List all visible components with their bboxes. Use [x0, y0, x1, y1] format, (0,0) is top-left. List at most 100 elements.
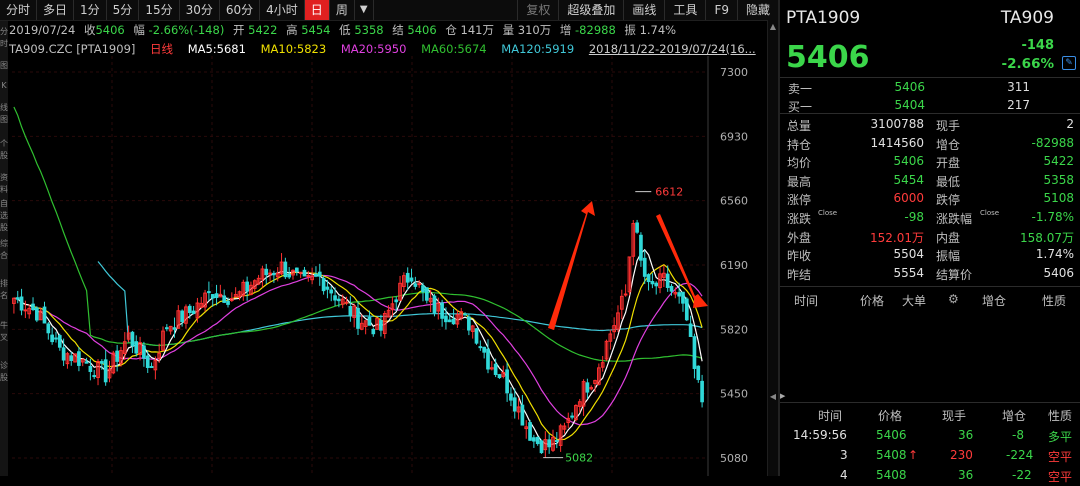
left-nav-glyph[interactable]: 诊	[0, 361, 8, 370]
tick-row[interactable]: 3 5408 ↑ 230 -224 空平	[780, 446, 1080, 466]
period-tab[interactable]: 周	[330, 0, 355, 20]
tick-nature: 空平	[1048, 450, 1073, 464]
stat-label: 持仓	[787, 137, 812, 152]
y-tick-label: 7300	[720, 66, 748, 79]
ma5-label: MA5:5681	[187, 42, 246, 56]
candle-body	[493, 363, 498, 375]
tick-row[interactable]: 14:59:56 5406 36 -8 多平	[780, 426, 1080, 446]
period-tab[interactable]: 60分	[220, 0, 261, 20]
candle-body	[35, 307, 39, 321]
tick-list-header: 时间 价格 现手 增仓 性质	[780, 405, 1080, 423]
tool-button[interactable]: 画线	[623, 0, 664, 20]
left-nav-glyph[interactable]: 图	[0, 61, 8, 70]
left-nav-glyph[interactable]: 叉	[0, 333, 8, 342]
period-tab[interactable]: 1分	[74, 0, 107, 20]
candle-body	[264, 268, 269, 276]
period-tab[interactable]: 分时	[0, 0, 38, 20]
period-tab[interactable]: 30分	[180, 0, 220, 20]
candle-body	[700, 380, 704, 403]
tool-button[interactable]: 工具	[664, 0, 705, 20]
tick-row[interactable]: 4 5408 36 -22 空平	[780, 466, 1080, 486]
column-header: 增仓	[1002, 409, 1027, 423]
peak-label: 6612	[655, 186, 683, 199]
left-nav-glyph[interactable]: 牛	[0, 321, 8, 330]
period-more-icon[interactable]: ▼	[355, 0, 374, 20]
left-nav-glyph[interactable]: 料	[0, 185, 8, 194]
left-nav-glyph[interactable]: 选	[0, 211, 8, 220]
tool-buttons: 复权 超级叠加 画线 工具 F9 隐藏	[517, 0, 778, 20]
left-nav-glyph[interactable]: 图	[0, 115, 8, 124]
left-nav-glyph[interactable]: 分	[0, 27, 8, 36]
info-close: 5406	[95, 23, 125, 37]
panel-scroll-icon[interactable]: ▶	[780, 392, 785, 400]
edit-icon[interactable]: ✎	[1062, 56, 1076, 70]
date-range-selector[interactable]: 2018/11/22-2019/07/24(16...	[589, 42, 756, 56]
left-nav-glyph[interactable]: 股	[0, 373, 8, 382]
candle-body	[371, 328, 376, 335]
period-tab[interactable]: 日	[304, 0, 330, 20]
orderbook-row[interactable]: 卖一 5406 311	[780, 78, 1080, 96]
left-nav-glyph[interactable]: 股	[0, 223, 8, 232]
tool-button[interactable]: 复权	[517, 0, 558, 20]
tool-button[interactable]: F9	[705, 0, 737, 20]
left-nav-glyph[interactable]: 综	[0, 239, 8, 248]
candle-body	[287, 273, 292, 278]
contract-code: TA909	[1000, 8, 1054, 28]
info-inc-label: 增	[559, 23, 572, 37]
left-nav-glyph[interactable]: K	[0, 81, 8, 90]
period-tab[interactable]: 4小时	[260, 0, 305, 20]
gear-icon[interactable]: ⚙	[948, 292, 959, 306]
ma10-label: MA10:5823	[260, 42, 327, 56]
left-nav-glyph[interactable]: 合	[0, 251, 8, 260]
stat-label: 振幅	[936, 249, 961, 264]
tick-volume: 230	[950, 448, 973, 462]
info-settle: 5406	[407, 23, 437, 37]
candle-body	[84, 361, 89, 364]
left-nav-glyph[interactable]: 线	[0, 103, 8, 112]
left-nav-glyph[interactable]: 个	[0, 139, 8, 148]
column-header[interactable]: 时间	[794, 292, 818, 309]
candle-body	[639, 234, 643, 261]
left-nav-glyph[interactable]: 时	[0, 39, 8, 48]
period-tab[interactable]: 15分	[139, 0, 180, 20]
candle-body	[512, 397, 517, 412]
info-settle-label: 结	[392, 23, 404, 37]
left-nav-glyph[interactable]: 股	[0, 151, 8, 160]
orderbook-price: 5404	[894, 98, 925, 112]
left-nav-glyph[interactable]: 排	[0, 279, 8, 288]
scroll-up-icon[interactable]: ▲	[769, 22, 777, 31]
tick-oi-change: -22	[1012, 468, 1032, 482]
left-nav-glyph[interactable]: 自	[0, 199, 8, 208]
column-header[interactable]: 价格	[860, 292, 884, 309]
scroll-left-icon[interactable]: ◀	[769, 392, 777, 401]
column-header[interactable]: 增仓	[982, 292, 1006, 309]
orderbook-label: 卖一	[788, 82, 813, 96]
stat-label: 跌停	[936, 193, 961, 208]
info-amp: -2.66%(-148)	[148, 23, 225, 37]
column-header[interactable]: 性质	[1042, 292, 1066, 309]
orderbook-volume: 217	[1007, 98, 1030, 112]
candle-body	[272, 272, 276, 276]
period-tab[interactable]: 5分	[107, 0, 140, 20]
candle-body	[210, 294, 215, 299]
column-header[interactable]: 大单	[902, 292, 926, 309]
info-oi: 141万	[460, 23, 494, 37]
stat-row: 涨跌 Close -98 涨跌幅 Close -1.78%	[780, 209, 1080, 227]
tool-button[interactable]: 隐藏	[736, 0, 778, 20]
period-tab[interactable]: 多日	[37, 0, 75, 20]
left-nav-glyph[interactable]: 资	[0, 173, 8, 182]
candle-body	[19, 296, 24, 311]
quote-panel: PTA1909 TA909 5406 -148 -2.66% ✎ 卖一 5406 3…	[780, 0, 1080, 484]
candle-body	[302, 269, 307, 277]
tick-nature: 多平	[1048, 430, 1073, 444]
tick-oi-change: -8	[1012, 428, 1024, 442]
chart-scrollbar[interactable]: ▲ ◀	[767, 20, 778, 476]
candle-body	[688, 323, 693, 337]
left-nav-glyph[interactable]: 名	[0, 291, 8, 300]
stat-row: 昨收 5504 振幅 1.74%	[780, 246, 1080, 264]
stat-label: 外盘	[787, 230, 812, 245]
quote-info-bar: 2019/07/24 收5406 幅 -2.66%(-148) 开 5422 高…	[9, 22, 681, 38]
tool-button[interactable]: 超级叠加	[558, 0, 623, 20]
orderbook-row[interactable]: 买一 5404 217	[780, 96, 1080, 114]
candlestick-chart[interactable]: 7300 6930 6560 6190 5820 5450 5080 6612 5082	[8, 56, 768, 476]
